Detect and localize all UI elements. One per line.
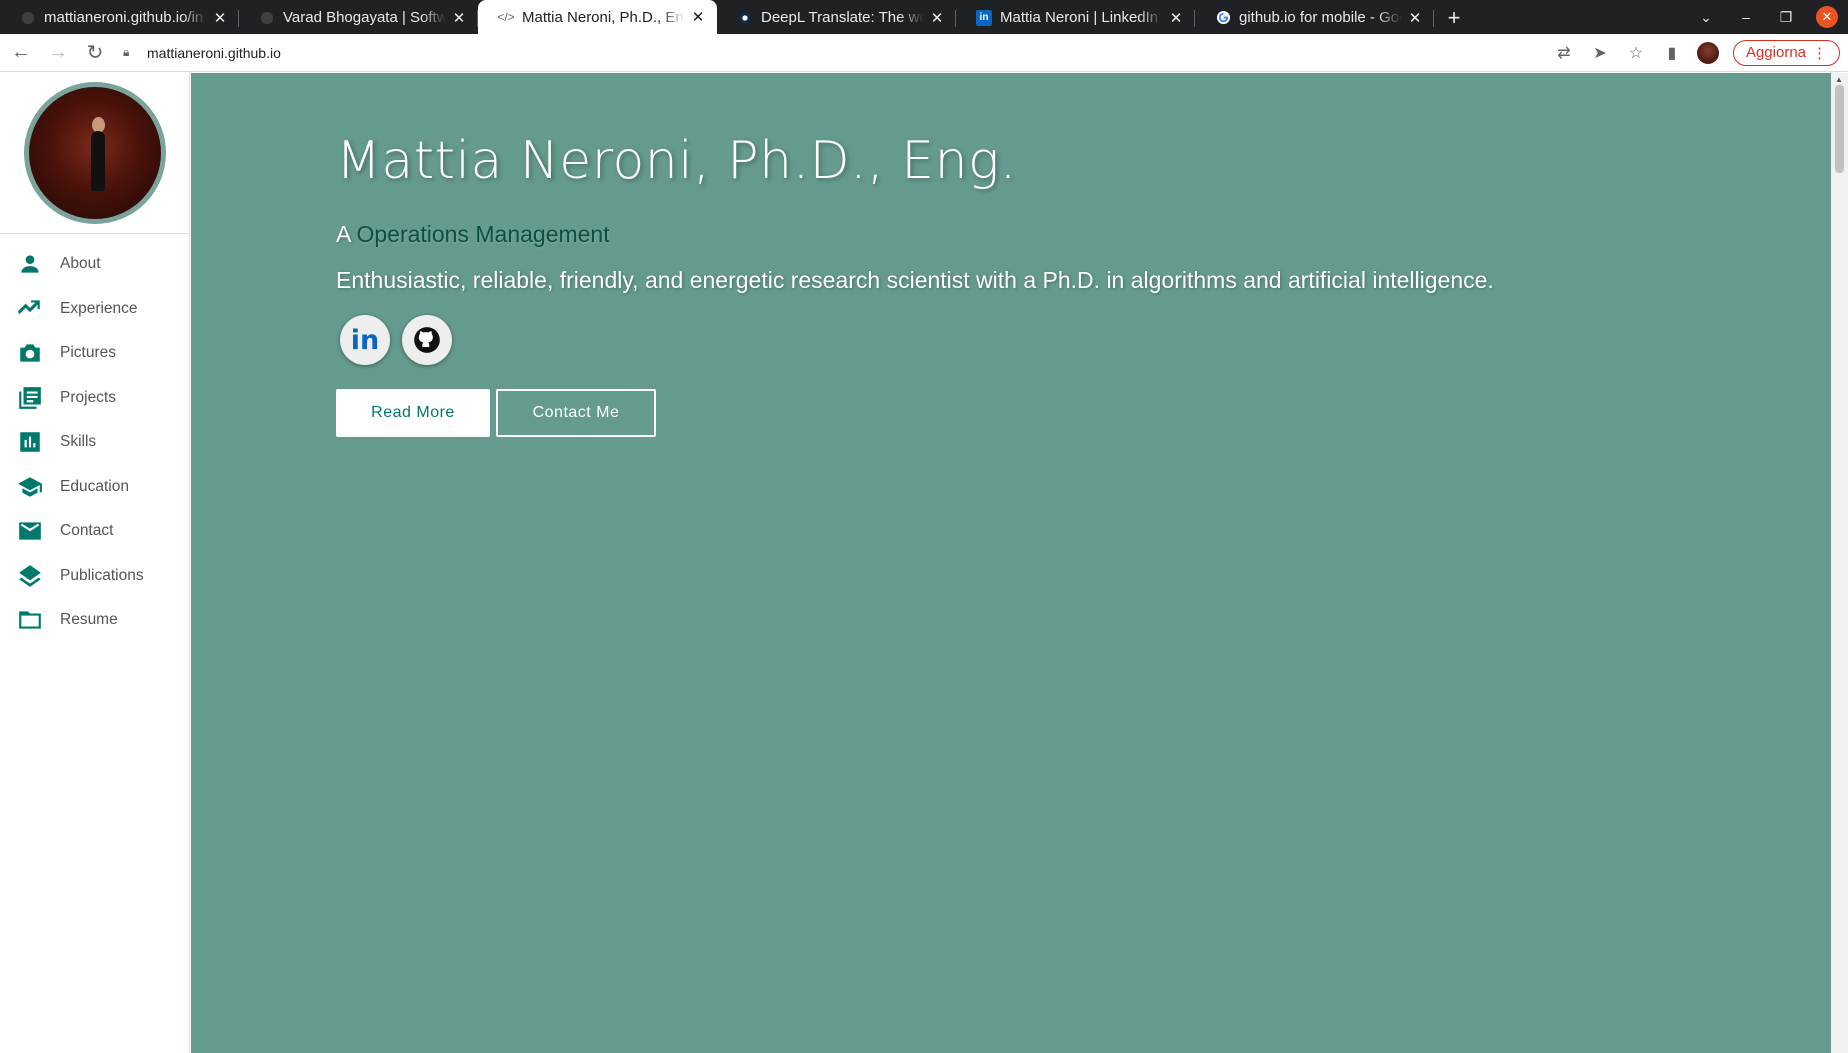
profile-section	[0, 73, 189, 234]
role-prefix: A	[336, 221, 351, 247]
translate-icon[interactable]: ⇄	[1553, 42, 1575, 64]
tab-search-icon[interactable]: ⌄	[1686, 9, 1726, 26]
window-close-icon[interactable]: ✕	[1816, 6, 1838, 28]
tab-close-icon[interactable]: ✕	[689, 8, 707, 26]
sidebar-item-education[interactable]: Education	[0, 465, 189, 510]
browser-tab[interactable]: Varad Bhogayata | Softwa ✕	[239, 1, 478, 34]
update-label: Aggiorna	[1745, 44, 1806, 61]
tab-title: Mattia Neroni, Ph.D., Eng	[522, 8, 685, 26]
role-line: A Operations Management	[336, 221, 1536, 248]
back-icon[interactable]: ←	[5, 37, 37, 69]
github-icon	[259, 10, 275, 26]
folder-icon	[16, 606, 44, 634]
restore-icon[interactable]: ❐	[1766, 9, 1806, 26]
browser-tab[interactable]: mattianeroni.github.io/in ✕	[0, 1, 239, 34]
sidebar-item-label: Education	[60, 477, 129, 495]
sidebar-nav: About Experience Pictures Projects Skill…	[0, 234, 189, 643]
page-title: Mattia Neroni, Ph.D., Eng.	[336, 131, 1017, 191]
sidebar-item-label: Experience	[60, 299, 138, 317]
send-icon[interactable]: ➤	[1589, 42, 1611, 64]
hero-description: Enthusiastic, reliable, friendly, and en…	[336, 267, 1494, 293]
browser-tab[interactable]: in Mattia Neroni | LinkedIn ✕	[956, 1, 1195, 34]
tab-title: Mattia Neroni | LinkedIn	[1000, 9, 1159, 26]
hero-section: Mattia Neroni, Ph.D., Eng. A Operations …	[191, 73, 1831, 1053]
sidebar-item-label: Publications	[60, 566, 144, 584]
browser-tab-active[interactable]: </> Mattia Neroni, Ph.D., Eng ✕	[478, 0, 717, 34]
github-link[interactable]	[402, 315, 452, 365]
sidebar-item-pictures[interactable]: Pictures	[0, 331, 189, 376]
update-button[interactable]: Aggiorna ⋮	[1732, 39, 1840, 66]
tab-separator	[1433, 10, 1434, 27]
code-icon: </>	[497, 10, 515, 24]
contact-me-button[interactable]: Contact Me	[496, 389, 656, 437]
lock-icon[interactable]: 🔒︎	[123, 45, 141, 60]
sidebar-item-about[interactable]: About	[0, 242, 189, 287]
role-text: Operations Management	[356, 221, 610, 247]
new-tab-button[interactable]: +	[1434, 1, 1474, 34]
sidebar-item-contact[interactable]: Contact	[0, 509, 189, 554]
page-scrollbar[interactable]: ▲	[1831, 73, 1848, 1053]
tab-title: mattianeroni.github.io/in	[44, 9, 204, 26]
sidebar-item-label: Projects	[60, 388, 116, 406]
hero-content: Mattia Neroni, Ph.D., Eng. A Operations …	[336, 131, 1536, 437]
side-panel-icon[interactable]: ▮	[1661, 42, 1683, 64]
hero-buttons: Read More Contact Me	[336, 389, 1536, 437]
bar-chart-icon	[16, 428, 44, 456]
browser-toolbar: ← → ↻ 🔒︎ mattianeroni.github.io ⇄ ➤ ☆ ▮ …	[0, 34, 1848, 72]
forward-icon[interactable]: →	[42, 37, 74, 69]
linkedin-icon: in	[350, 324, 380, 356]
tab-close-icon[interactable]: ✕	[1406, 9, 1424, 27]
deepl-icon	[737, 10, 753, 26]
person-icon	[16, 250, 44, 278]
trending-up-icon	[16, 295, 44, 323]
sidebar-item-resume[interactable]: Resume	[0, 598, 189, 643]
email-icon	[16, 517, 44, 545]
sidebar-item-label: Resume	[60, 611, 118, 629]
sidebar-item-label: Pictures	[60, 344, 116, 362]
layers-icon	[16, 562, 44, 590]
window-controls: ⌄ – ❐ ✕	[1686, 0, 1848, 34]
toolbar-actions: ⇄ ➤ ☆ ▮ Aggiorna ⋮	[1553, 39, 1840, 66]
social-links: in	[340, 315, 1536, 365]
url-text: mattianeroni.github.io	[147, 44, 281, 61]
scroll-up-icon[interactable]: ▲	[1835, 75, 1843, 84]
sidebar-item-experience[interactable]: Experience	[0, 287, 189, 332]
profile-photo	[23, 82, 166, 224]
sidebar-item-skills[interactable]: Skills	[0, 420, 189, 465]
sidebar-item-projects[interactable]: Projects	[0, 376, 189, 421]
github-icon	[20, 10, 36, 26]
reload-icon[interactable]: ↻	[79, 37, 111, 69]
google-icon	[1215, 10, 1231, 26]
browser-tab[interactable]: github.io for mobile - Goo ✕	[1195, 1, 1434, 34]
library-books-icon	[16, 384, 44, 412]
photo-body	[90, 131, 105, 191]
sidebar-item-label: Skills	[60, 433, 97, 451]
read-more-button[interactable]: Read More	[336, 389, 490, 437]
browser-tab[interactable]: DeepL Translate: The wor ✕	[717, 1, 956, 34]
tab-strip: mattianeroni.github.io/in ✕ Varad Bhogay…	[0, 0, 1848, 34]
bookmark-star-icon[interactable]: ☆	[1625, 42, 1647, 64]
more-vert-icon: ⋮	[1812, 44, 1827, 62]
sidebar-item-label: Contact	[60, 522, 114, 540]
linkedin-icon: in	[976, 9, 992, 26]
tab-title: DeepL Translate: The wor	[761, 9, 924, 26]
tab-close-icon[interactable]: ✕	[1167, 9, 1185, 27]
sidebar-item-publications[interactable]: Publications	[0, 554, 189, 599]
address-bar[interactable]: 🔒︎ mattianeroni.github.io	[123, 37, 1553, 69]
camera-icon	[16, 339, 44, 367]
minimize-icon[interactable]: –	[1726, 9, 1766, 25]
linkedin-link[interactable]: in	[340, 315, 390, 365]
tab-title: Varad Bhogayata | Softwa	[283, 9, 446, 26]
github-icon	[414, 327, 440, 353]
tab-close-icon[interactable]: ✕	[928, 9, 946, 27]
tab-close-icon[interactable]: ✕	[211, 9, 229, 27]
school-icon	[16, 473, 44, 501]
sidebar: About Experience Pictures Projects Skill…	[0, 73, 190, 1053]
scrollbar-thumb[interactable]	[1835, 85, 1844, 173]
profile-avatar[interactable]	[1696, 41, 1719, 64]
tab-title: github.io for mobile - Goo	[1239, 9, 1402, 26]
sidebar-item-label: About	[60, 255, 101, 273]
tab-close-icon[interactable]: ✕	[450, 9, 468, 27]
